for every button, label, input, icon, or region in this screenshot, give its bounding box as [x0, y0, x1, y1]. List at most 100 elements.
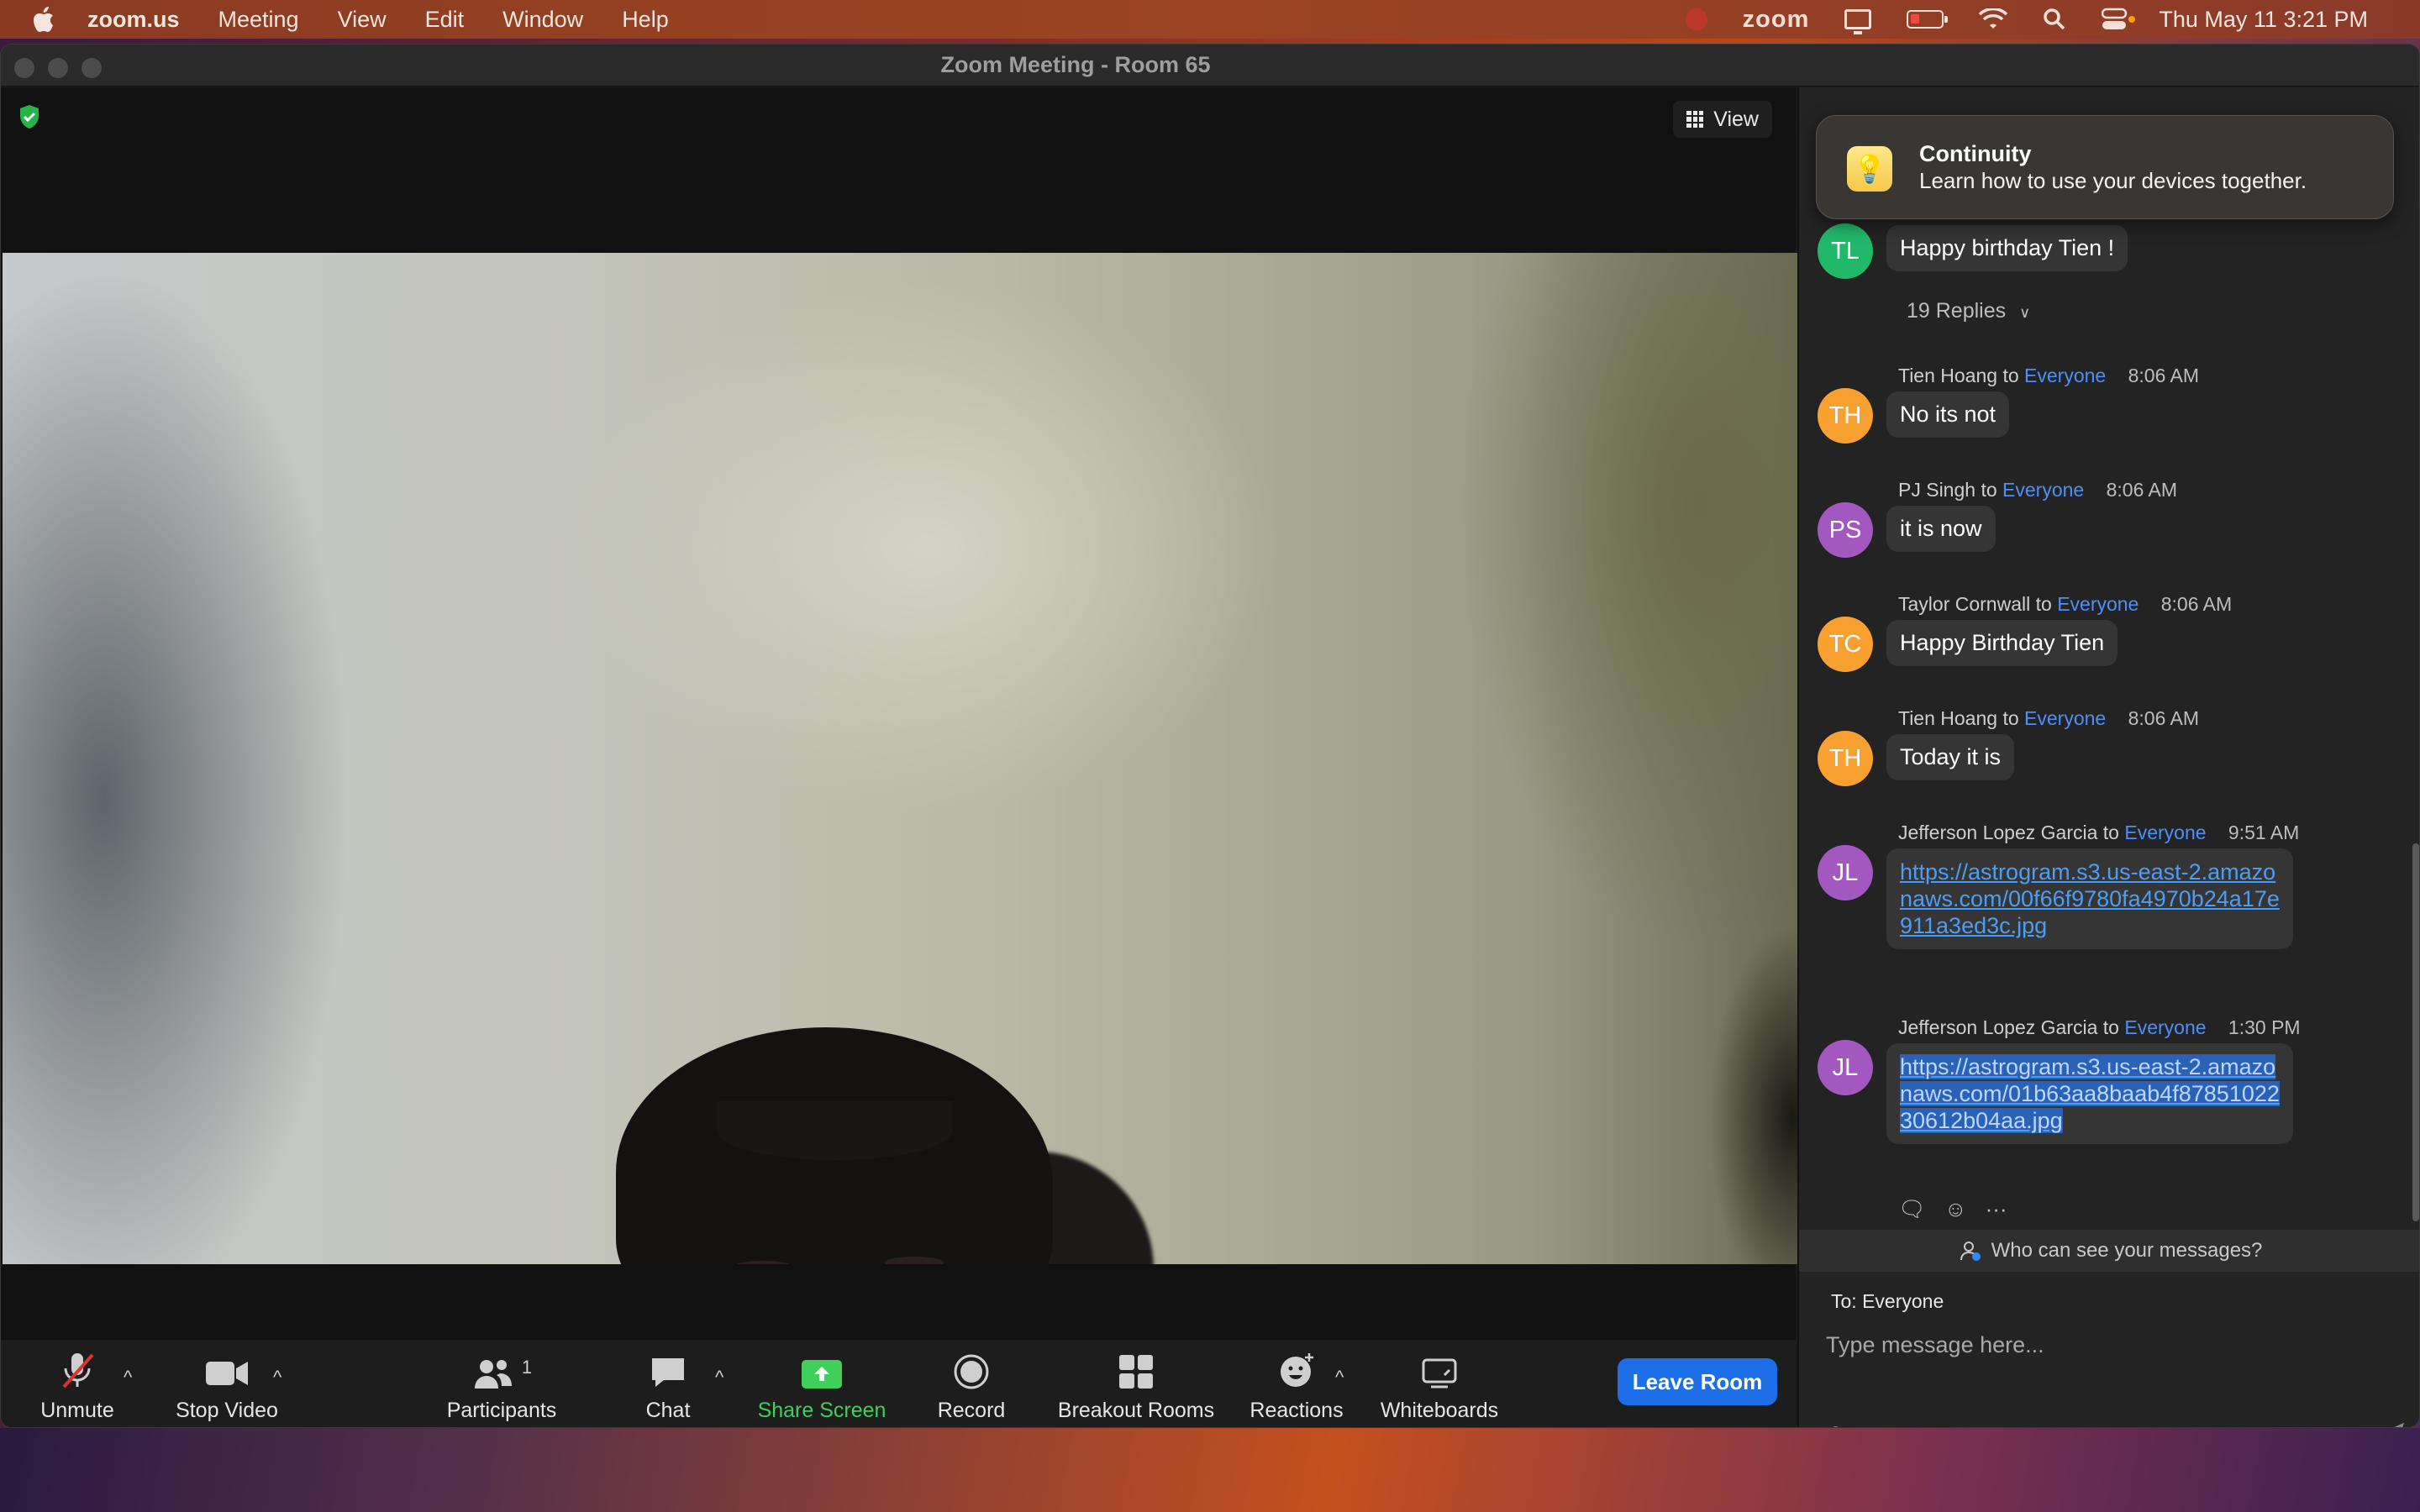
- more-compose-options-icon[interactable]: ···: [1940, 1422, 1964, 1428]
- zoom-window-button[interactable]: [82, 58, 102, 78]
- chat-message-input[interactable]: [1826, 1326, 2381, 1364]
- more-options-icon[interactable]: ···: [1986, 1196, 2007, 1222]
- chat-message-link-selected[interactable]: https://astrogram.s3.us-east-2.amazonaws…: [1886, 1043, 2293, 1144]
- replies-toggle[interactable]: 19 Replies ∨: [1907, 299, 2030, 323]
- chat-bubble-icon: [652, 1358, 684, 1387]
- avatar[interactable]: TH: [1818, 731, 1873, 786]
- to-word: to: [2102, 1016, 2119, 1038]
- breakout-rooms-icon: [1119, 1355, 1153, 1389]
- zoom-status-item[interactable]: zoom: [1743, 6, 1810, 34]
- record-button[interactable]: Record: [932, 1340, 1011, 1427]
- avatar[interactable]: JL: [1818, 1040, 1873, 1095]
- close-window-button[interactable]: [14, 58, 34, 78]
- compose-recipient[interactable]: To: Everyone: [1831, 1290, 1944, 1313]
- chat-message-bubble[interactable]: it is now: [1886, 506, 1996, 552]
- sender-name[interactable]: Tien Hoang: [1898, 707, 1997, 729]
- encryption-shield-icon[interactable]: [18, 104, 41, 129]
- sender-name[interactable]: Taylor Cornwall: [1898, 593, 2030, 615]
- whiteboard-icon: [1422, 1358, 1457, 1389]
- search-icon[interactable]: [2043, 8, 2066, 31]
- reply-thread-icon[interactable]: 🗨: [1898, 1196, 1926, 1222]
- notification-title: Continuity: [1919, 141, 2032, 166]
- view-button[interactable]: View: [1673, 101, 1772, 138]
- apple-icon[interactable]: [32, 6, 57, 33]
- leave-room-button[interactable]: Leave Room: [1618, 1358, 1777, 1405]
- continuity-notification[interactable]: 💡 Continuity Learn how to use your devic…: [1816, 115, 2394, 219]
- desktop-wallpaper: [0, 1428, 2420, 1512]
- recording-dot-icon[interactable]: [1685, 8, 1707, 30]
- chat-message-list[interactable]: TL Happy birthday Tien ! 19 Replies ∨ TH …: [1799, 87, 2419, 1228]
- to-word: to: [2102, 822, 2119, 843]
- wifi-icon[interactable]: [1979, 8, 2008, 30]
- menu-view[interactable]: View: [338, 7, 387, 33]
- menu-edit[interactable]: Edit: [425, 7, 465, 33]
- sender-name[interactable]: PJ Singh: [1898, 479, 1975, 501]
- microphone-muted-icon: [62, 1353, 94, 1389]
- screen-mirroring-icon[interactable]: [1844, 9, 1872, 34]
- video-options-caret-icon[interactable]: ^: [273, 1367, 281, 1389]
- share-screen-label: Share Screen: [757, 1399, 886, 1422]
- window-title-bar: Zoom Meeting - Room 65: [1, 45, 2419, 87]
- notification-body: Learn how to use your devices together.: [1919, 168, 2307, 193]
- unmute-button[interactable]: Unmute: [39, 1340, 115, 1427]
- breakout-rooms-button[interactable]: Breakout Rooms: [1056, 1340, 1216, 1427]
- participants-button[interactable]: 1 Participants: [443, 1340, 560, 1427]
- menu-help[interactable]: Help: [622, 7, 669, 33]
- participant-video-feed[interactable]: [3, 253, 1797, 1264]
- share-screen-button[interactable]: Share Screen: [755, 1340, 888, 1427]
- chat-scrollbar[interactable]: [2412, 843, 2419, 1221]
- menu-meeting[interactable]: Meeting: [218, 7, 299, 33]
- control-center-icon[interactable]: [2102, 8, 2136, 31]
- reactions-options-caret-icon[interactable]: ^: [1335, 1367, 1344, 1389]
- add-reaction-icon[interactable]: ☺: [1944, 1196, 1967, 1222]
- message-time: 9:51 AM: [2228, 822, 2300, 843]
- chat-message-link[interactable]: https://astrogram.s3.us-east-2.amazonaws…: [1886, 848, 2293, 949]
- to-word: to: [2035, 593, 2052, 615]
- menu-bar: zoom.us Meeting View Edit Window Help zo…: [0, 0, 2420, 39]
- to-word: to: [1981, 479, 1997, 501]
- message-time: 1:30 PM: [2228, 1016, 2301, 1038]
- menu-window[interactable]: Window: [502, 7, 583, 33]
- emoji-icon[interactable]: ☺: [1882, 1422, 1907, 1428]
- sender-name[interactable]: Jefferson Lopez Garcia: [1898, 822, 2097, 843]
- battery-icon[interactable]: [1907, 10, 1949, 29]
- chat-message-bubble[interactable]: Happy Birthday Tien: [1886, 620, 2118, 666]
- replies-count: 19 Replies: [1907, 299, 2007, 323]
- who-can-see-label: Who can see your messages?: [1991, 1239, 2263, 1262]
- sender-name[interactable]: Jefferson Lopez Garcia: [1898, 1016, 2097, 1038]
- chat-message-meta: Taylor Cornwall to Everyone 8:06 AM: [1898, 593, 2232, 616]
- stop-video-button[interactable]: Stop Video: [172, 1340, 281, 1427]
- sender-name[interactable]: Tien Hoang: [1898, 365, 1997, 386]
- avatar[interactable]: JL: [1818, 845, 1873, 900]
- chat-message-bubble[interactable]: Today it is: [1886, 734, 2015, 780]
- who-can-see-messages[interactable]: Who can see your messages?: [1799, 1230, 2419, 1272]
- audio-options-caret-icon[interactable]: ^: [124, 1367, 132, 1389]
- minimize-window-button[interactable]: [48, 58, 68, 78]
- chat-button[interactable]: Chat: [643, 1340, 693, 1427]
- selected-link-text[interactable]: https://astrogram.s3.us-east-2.amazonaws…: [1900, 1054, 2280, 1133]
- video-camera-icon: [206, 1362, 248, 1385]
- message-time: 8:06 AM: [2106, 479, 2177, 501]
- stop-video-label: Stop Video: [176, 1399, 278, 1422]
- recipient-name: Everyone: [2002, 479, 2085, 501]
- chat-message-bubble[interactable]: No its not: [1886, 391, 2010, 438]
- chat-message-meta: Jefferson Lopez Garcia to Everyone 9:51 …: [1898, 822, 2299, 844]
- chat-message-meta: Jefferson Lopez Garcia to Everyone 1:30 …: [1898, 1016, 2301, 1039]
- reactions-button[interactable]: Reactions: [1248, 1340, 1345, 1427]
- message-time: 8:06 AM: [2128, 707, 2199, 729]
- menu-bar-clock[interactable]: Thu May 11 3:21 PM: [2159, 7, 2368, 33]
- chat-message-bubble[interactable]: Happy birthday Tien !: [1886, 225, 2128, 271]
- avatar[interactable]: PS: [1818, 502, 1873, 558]
- whiteboards-button[interactable]: Whiteboards: [1379, 1340, 1500, 1427]
- avatar[interactable]: TL: [1818, 223, 1873, 279]
- avatar[interactable]: TC: [1818, 617, 1873, 672]
- avatar[interactable]: TH: [1818, 388, 1873, 444]
- share-screen-icon: [802, 1360, 842, 1389]
- to-word: to: [2002, 707, 2019, 729]
- format-text-icon[interactable]: ✎: [1829, 1421, 1849, 1427]
- menu-app-name[interactable]: zoom.us: [87, 7, 180, 33]
- chat-options-caret-icon[interactable]: ^: [715, 1367, 723, 1389]
- chat-panel: TL Happy birthday Tien ! 19 Replies ∨ TH …: [1797, 87, 2419, 1428]
- breakout-rooms-label: Breakout Rooms: [1057, 1399, 1215, 1422]
- recipient-name: Everyone: [2024, 707, 2107, 729]
